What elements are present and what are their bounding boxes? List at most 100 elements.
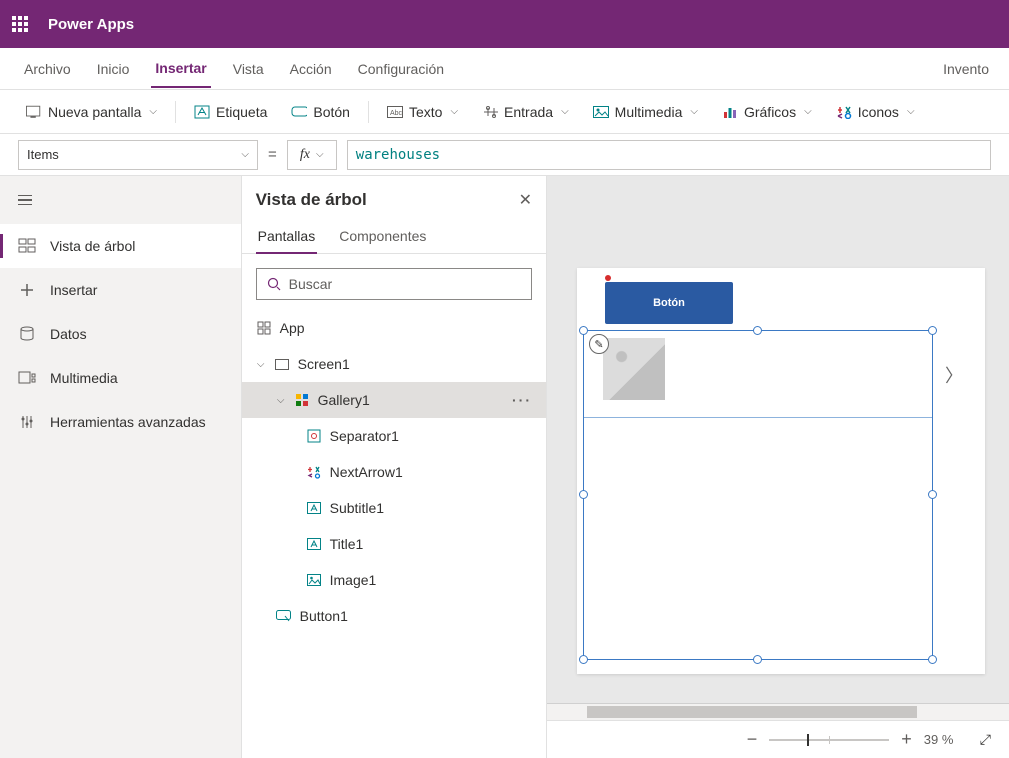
artboard-screen1[interactable]: Botón ✎ 〉 [577,268,985,674]
text-icon: Abc [387,104,403,120]
rail-media[interactable]: Multimedia [0,356,241,400]
separator-icon [306,428,322,444]
menu-vista[interactable]: Vista [229,51,268,87]
rail-insert[interactable]: Insertar [0,268,241,312]
tree-icon [18,237,36,255]
canvas-viewport[interactable]: Botón ✎ 〉 [547,176,1009,703]
rail-advanced-label: Herramientas avanzadas [50,414,206,430]
zoom-slider-knob[interactable] [807,734,809,746]
insert-toolbar: Nueva pantalla ⌵ Etiqueta Botón Abc Text… [0,90,1009,134]
tree-panel: Vista de árbol ✕ Pantallas Componentes B… [242,176,547,758]
tab-screens[interactable]: Pantallas [256,222,318,254]
chevron-down-icon: ⌵ [561,106,569,117]
fullscreen-icon[interactable]: ⤢ [980,731,991,748]
sliders-icon [18,413,36,431]
resize-handle[interactable] [928,490,937,499]
resize-handle[interactable] [753,655,762,664]
menu-inicio[interactable]: Inicio [93,51,134,87]
icons-icon [836,104,852,120]
input-button-label: Entrada [504,104,553,120]
property-select[interactable]: Items ⌵ [18,140,258,170]
resize-handle[interactable] [928,655,937,664]
media-button-label: Multimedia [615,104,683,120]
tree-subtitle1-label: Subtitle1 [330,500,384,516]
new-screen-button[interactable]: Nueva pantalla ⌵ [16,98,167,126]
zoom-out-button[interactable]: − [747,729,758,750]
chart-icon [722,104,738,120]
button-button[interactable]: Botón [281,98,360,126]
menu-bar: Archivo Inicio Insertar Vista Acción Con… [0,48,1009,90]
left-rail: Vista de árbol Insertar Datos Multimedia… [0,176,242,758]
zoom-in-button[interactable]: + [901,729,912,750]
app-launcher-icon[interactable] [12,16,28,32]
chevron-down-icon: ⌵ [907,106,915,117]
canvas-button1[interactable]: Botón [605,282,733,324]
horizontal-scrollbar[interactable] [547,703,1009,720]
next-arrow-icon[interactable]: 〉 [945,362,963,388]
error-indicator-icon[interactable] [605,275,611,281]
label-button[interactable]: Etiqueta [184,98,277,126]
tree-screen1-label: Screen1 [298,356,350,372]
formula-input[interactable]: warehouses [347,140,991,170]
app-icon [256,320,272,336]
tree-nextarrow1[interactable]: NextArrow1 [242,454,546,490]
tree-app[interactable]: App [242,310,546,346]
tree-button1[interactable]: Button1 [242,598,546,634]
menu-archivo[interactable]: Archivo [20,51,75,87]
tree-title1[interactable]: Title1 [242,526,546,562]
search-icon [267,277,281,291]
resize-handle[interactable] [928,326,937,335]
close-panel-icon[interactable]: ✕ [519,190,532,210]
input-button[interactable]: Entrada ⌵ [472,98,579,126]
button-icon [291,104,307,120]
zoom-slider[interactable] [769,739,889,741]
property-select-value: Items [27,147,59,162]
media-button[interactable]: Multimedia ⌵ [583,98,708,126]
chevron-down-icon: ⌵ [450,106,458,117]
chevron-down-icon[interactable]: ⌵ [276,395,286,406]
zoom-controls: − + 39 % ⤢ [547,720,1009,758]
icons-button[interactable]: Iconos ⌵ [826,98,925,126]
more-icon[interactable]: ··· [512,392,532,408]
chevron-down-icon: ⌵ [149,106,157,117]
image-icon [306,572,322,588]
tree-screen1[interactable]: ⌵ Screen1 [242,346,546,382]
rail-tree-view[interactable]: Vista de árbol [0,224,241,268]
resize-handle[interactable] [753,326,762,335]
svg-text:Abc: Abc [390,110,403,117]
label-button-label: Etiqueta [216,104,267,120]
tree-title1-label: Title1 [330,536,364,552]
nextarrow-icon [306,464,322,480]
database-icon [18,325,36,343]
rail-tree-label: Vista de árbol [50,238,135,254]
text-button[interactable]: Abc Texto ⌵ [377,98,468,126]
resize-handle[interactable] [579,490,588,499]
icons-button-label: Iconos [858,104,899,120]
menu-accion[interactable]: Acción [286,51,336,87]
screen-icon [26,104,42,120]
collapse-rail-icon[interactable] [18,195,32,206]
app-header: Power Apps [0,0,1009,48]
resize-handle[interactable] [579,655,588,664]
rail-data-label: Datos [50,326,87,342]
tree-image1[interactable]: Image1 [242,562,546,598]
tree-search-input[interactable]: Buscar [256,268,532,300]
menu-right-truncated[interactable]: Invento [943,61,989,77]
scrollbar-thumb[interactable] [587,706,917,718]
rail-advanced[interactable]: Herramientas avanzadas [0,400,241,444]
charts-button[interactable]: Gráficos ⌵ [712,98,822,126]
menu-insertar[interactable]: Insertar [151,50,210,88]
resize-handle[interactable] [579,326,588,335]
menu-configuracion[interactable]: Configuración [354,51,448,87]
tree-separator1[interactable]: Separator1 [242,418,546,454]
chevron-down-icon: ⌵ [690,106,698,117]
rail-data[interactable]: Datos [0,312,241,356]
label-icon [306,500,322,516]
tree-gallery1[interactable]: ⌵ Gallery1 ··· [242,382,546,418]
fx-button[interactable]: fx ⌵ [287,140,337,170]
selection-bounds [583,330,933,660]
tab-components[interactable]: Componentes [337,222,428,253]
app-title: Power Apps [48,16,134,33]
tree-subtitle1[interactable]: Subtitle1 [242,490,546,526]
chevron-down-icon[interactable]: ⌵ [256,359,266,370]
